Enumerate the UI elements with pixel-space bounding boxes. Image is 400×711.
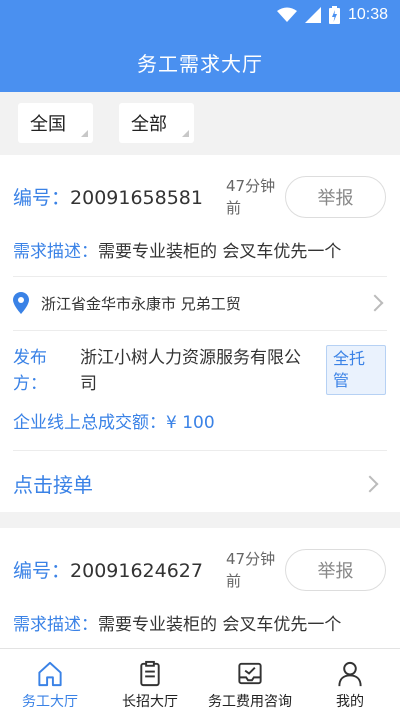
status-time: 10:38 — [347, 6, 388, 23]
total-amount-value: ¥ 100 — [166, 413, 215, 433]
nav-item-label: 我的 — [336, 694, 364, 710]
status-bar: 10:38 — [0, 0, 400, 32]
region-filter-label: 全国 — [30, 114, 66, 135]
order-card: 编号：20091624627 47分钟前 举报 需求描述：需要专业装柜的 会叉车… — [0, 528, 400, 648]
total-amount-row: 企业线上总成交额：¥ 100 — [13, 408, 215, 433]
region-filter-dropdown[interactable]: 全国 — [18, 103, 93, 143]
page-title: 务工需求大厅 — [137, 51, 263, 76]
divider — [13, 330, 387, 331]
dropdown-corner-icon — [81, 130, 88, 137]
location-pin-icon — [13, 292, 29, 314]
clipboard-icon — [140, 660, 160, 687]
publisher-value: 浙江小树人力资源服务有限公司 — [80, 348, 301, 394]
nav-item-profile[interactable]: 我的 — [300, 649, 400, 711]
order-id-value: 20091624627 — [70, 560, 203, 582]
description-label: 需求描述： — [13, 615, 98, 635]
order-id-value: 20091658581 — [70, 187, 203, 209]
description-value: 需要专业装柜的 会叉车优先一个 — [98, 242, 342, 262]
category-filter-dropdown[interactable]: 全部 — [119, 103, 194, 143]
signal-icon — [304, 7, 321, 23]
accept-order-button[interactable]: 点击接单 — [0, 455, 400, 512]
nav-item-long-term[interactable]: 长招大厅 — [100, 649, 200, 711]
accept-order-label: 点击接单 — [13, 473, 93, 497]
order-id-label: 编号： — [13, 187, 71, 209]
location-row[interactable]: 浙江省金华市永康市 兄弟工贸 — [13, 286, 387, 320]
order-id-row: 编号：20091658581 — [13, 183, 203, 210]
chevron-right-icon — [366, 294, 384, 312]
battery-charging-icon — [328, 6, 340, 24]
nav-item-label: 务工大厅 — [22, 694, 78, 710]
home-icon — [38, 661, 62, 687]
report-button[interactable]: 举报 — [285, 176, 386, 218]
order-id-row: 编号：20091624627 — [13, 556, 203, 583]
location-text: 浙江省金华市永康市 兄弟工贸 — [41, 294, 241, 313]
dropdown-corner-icon — [182, 130, 189, 137]
nav-item-fee-consult[interactable]: 务工费用咨询 — [200, 649, 300, 711]
status-badge: 全托管 — [326, 345, 386, 395]
total-amount-label: 企业线上总成交额： — [13, 413, 166, 433]
bottom-nav: 务工大厅 长招大厅 务工费用咨询 我的 — [0, 648, 400, 711]
nav-item-label: 务工费用咨询 — [208, 694, 292, 710]
posted-time: 47分钟前 — [226, 177, 276, 217]
description-label: 需求描述： — [13, 242, 98, 262]
publisher-label: 发布方： — [13, 348, 47, 394]
wifi-icon — [276, 7, 297, 22]
posted-time: 47分钟前 — [226, 550, 276, 590]
app-header: 务工需求大厅 — [0, 32, 400, 92]
report-button[interactable]: 举报 — [285, 549, 386, 591]
filter-bar: 全国 全部 — [0, 92, 400, 154]
order-id-label: 编号： — [13, 560, 71, 582]
description-value: 需要专业装柜的 会叉车优先一个 — [98, 615, 342, 635]
chevron-right-icon — [361, 475, 379, 492]
divider — [13, 276, 387, 277]
nav-item-label: 长招大厅 — [122, 694, 178, 710]
divider — [13, 450, 387, 451]
inbox-check-icon — [238, 662, 262, 685]
status-icons: 10:38 — [276, 6, 388, 24]
order-description-row: 需求描述：需要专业装柜的 会叉车优先一个 — [13, 610, 341, 635]
category-filter-label: 全部 — [131, 114, 167, 135]
order-description-row: 需求描述：需要专业装柜的 会叉车优先一个 — [13, 237, 341, 262]
nav-item-work-hall[interactable]: 务工大厅 — [0, 649, 100, 711]
person-icon — [338, 661, 362, 687]
order-card: 编号：20091658581 47分钟前 举报 需求描述：需要专业装柜的 会叉车… — [0, 155, 400, 512]
